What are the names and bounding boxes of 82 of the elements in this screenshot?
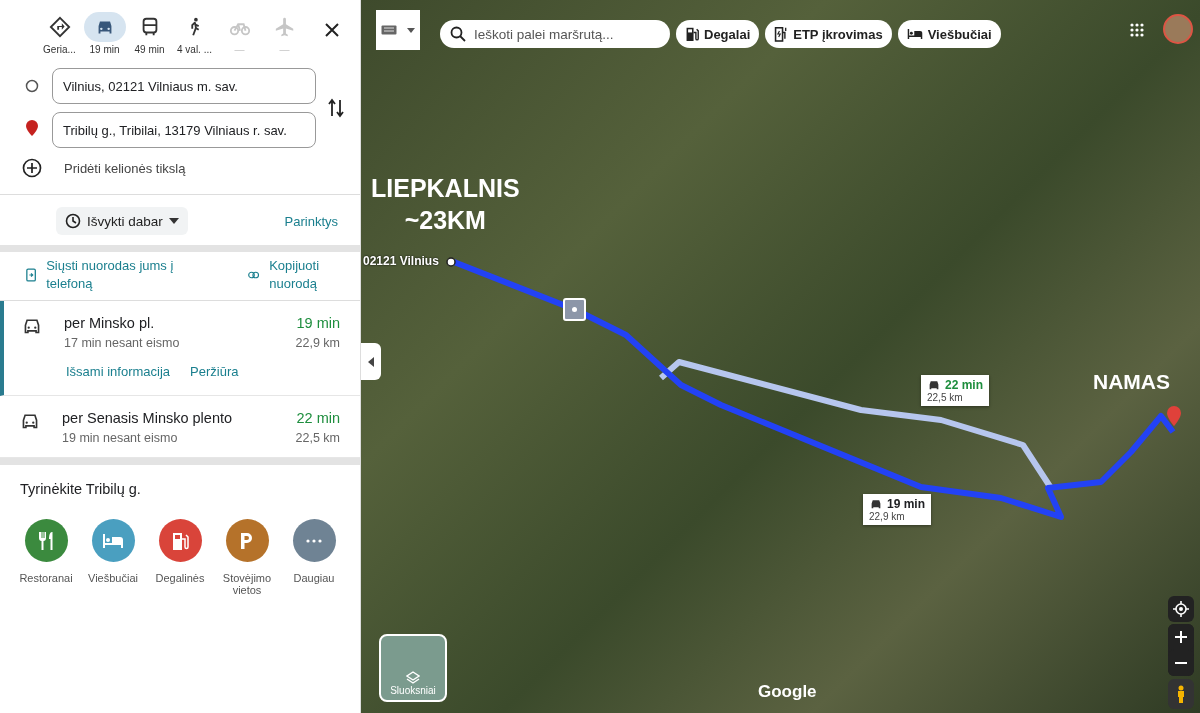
route-duration: 19 min bbox=[296, 315, 340, 331]
search-along-route-field[interactable]: Ieškoti palei maršrutą... bbox=[440, 20, 670, 48]
car-icon bbox=[22, 317, 42, 335]
waypoint-marker[interactable] bbox=[563, 298, 586, 321]
options-link[interactable]: Parinktys bbox=[284, 213, 338, 229]
charging-station-icon bbox=[774, 26, 789, 42]
address-field[interactable]: Tribilų g., Tribilai, 13179 Vilniaus r. sav. bbox=[52, 112, 316, 148]
more-dots-icon bbox=[306, 538, 322, 543]
filter-chip[interactable]: Viešbučiai bbox=[897, 20, 1001, 48]
map-annotation: NAMAS bbox=[1093, 369, 1170, 395]
route-distance: 22,9 km bbox=[295, 336, 340, 350]
car-icon bbox=[20, 412, 40, 430]
fork-knife-icon bbox=[37, 530, 55, 551]
filter-chip[interactable]: ETP įkrovimas bbox=[765, 20, 892, 48]
address-field[interactable]: Vilnius, 02121 Vilniaus m. sav. bbox=[52, 68, 316, 104]
map-logo: Google bbox=[758, 682, 817, 702]
map-annotation: LIEPKALNIS ~23KM bbox=[371, 173, 520, 236]
route-link[interactable]: Išsami informacija bbox=[66, 364, 171, 379]
close-icon bbox=[324, 22, 340, 38]
phone-icon bbox=[26, 267, 37, 283]
route-name: per Senasis Minsko plento bbox=[62, 410, 233, 426]
route-traffic-note: 17 min nesant eismo bbox=[64, 336, 180, 350]
travel-mode-tab[interactable]: 49 min bbox=[128, 12, 171, 55]
travel-mode-tab[interactable]: Geria... bbox=[38, 12, 81, 55]
plus-icon bbox=[1175, 631, 1187, 643]
category-button[interactable] bbox=[158, 519, 202, 562]
travel-mode-tab[interactable]: 4 val. ... bbox=[173, 12, 216, 55]
layers-icon bbox=[406, 671, 420, 685]
main-route-line[interactable] bbox=[452, 259, 1176, 520]
location-target-icon bbox=[1173, 601, 1189, 617]
category-label: Viešbučiai bbox=[88, 572, 138, 584]
route-link[interactable]: Peržiūra bbox=[190, 364, 239, 379]
parking-icon bbox=[239, 530, 255, 551]
copy-link[interactable]: Kopijuoti nuorodą bbox=[248, 257, 340, 293]
collapse-panel-button[interactable] bbox=[361, 343, 381, 380]
street-view-button[interactable] bbox=[1168, 679, 1194, 709]
add-circle-icon[interactable] bbox=[22, 158, 42, 178]
route-traffic-note: 19 min nesant eismo bbox=[62, 431, 178, 445]
fuel-pump-icon bbox=[171, 530, 189, 551]
apps-grid-icon[interactable] bbox=[1130, 23, 1144, 37]
route-distance: 22,5 km bbox=[295, 431, 340, 445]
category-label: Stovėjimo vietos bbox=[221, 572, 273, 596]
pin-icon bbox=[25, 119, 39, 137]
airplane-icon bbox=[273, 16, 296, 38]
bed-icon bbox=[102, 532, 124, 549]
keyboard-icon bbox=[381, 25, 397, 35]
origin-map-label: 02121 Vilnius bbox=[363, 254, 439, 268]
directions-sign-icon bbox=[48, 16, 71, 38]
depart-now-dropdown[interactable]: Išvykti dabar bbox=[56, 207, 188, 235]
category-button[interactable] bbox=[91, 519, 135, 562]
category-button[interactable] bbox=[292, 519, 336, 562]
caret-icon bbox=[168, 218, 179, 224]
send-to-phone-link[interactable]: Siųsti nuorodas jums į telefoną bbox=[26, 257, 196, 293]
route-callout[interactable]: 19 min 22,9 km bbox=[863, 494, 931, 525]
category-label: Degalinės bbox=[155, 572, 205, 584]
explore-heading: Tyrinėkite Tribilų g. bbox=[19, 481, 142, 497]
category-button[interactable] bbox=[225, 519, 269, 562]
route-option[interactable]: per Senasis Minsko plento 22 min 19 min nesant eismo 22,5 km bbox=[0, 396, 360, 458]
add-destination-link[interactable]: Pridėti kelionės tikslą bbox=[64, 160, 186, 176]
category-label: Restoranai bbox=[19, 572, 73, 584]
route-callout[interactable]: 22 min 22,5 km bbox=[921, 375, 989, 406]
origin-marker[interactable] bbox=[446, 257, 456, 267]
route-name: per Minsko pl. bbox=[64, 315, 155, 331]
caret-icon bbox=[407, 27, 415, 33]
route-duration: 22 min bbox=[296, 410, 340, 426]
fuel-pump-icon bbox=[685, 26, 699, 42]
my-location-button[interactable] bbox=[1168, 596, 1194, 622]
swap-arrows-icon[interactable] bbox=[328, 98, 344, 118]
car-icon bbox=[927, 379, 941, 391]
clock-icon bbox=[65, 213, 81, 229]
search-icon bbox=[450, 26, 466, 42]
person-icon bbox=[1176, 685, 1186, 703]
category-label: Daugiau bbox=[293, 572, 335, 584]
caret-left-icon bbox=[368, 356, 374, 367]
bed-icon bbox=[906, 28, 923, 40]
category-button[interactable] bbox=[24, 519, 68, 562]
link-icon bbox=[248, 270, 260, 280]
input-tools-button[interactable] bbox=[376, 10, 420, 50]
car-icon bbox=[869, 498, 883, 510]
minus-icon bbox=[1175, 662, 1187, 664]
filter-chip[interactable]: Degalai bbox=[676, 20, 760, 48]
origin-circle-icon bbox=[25, 79, 39, 93]
